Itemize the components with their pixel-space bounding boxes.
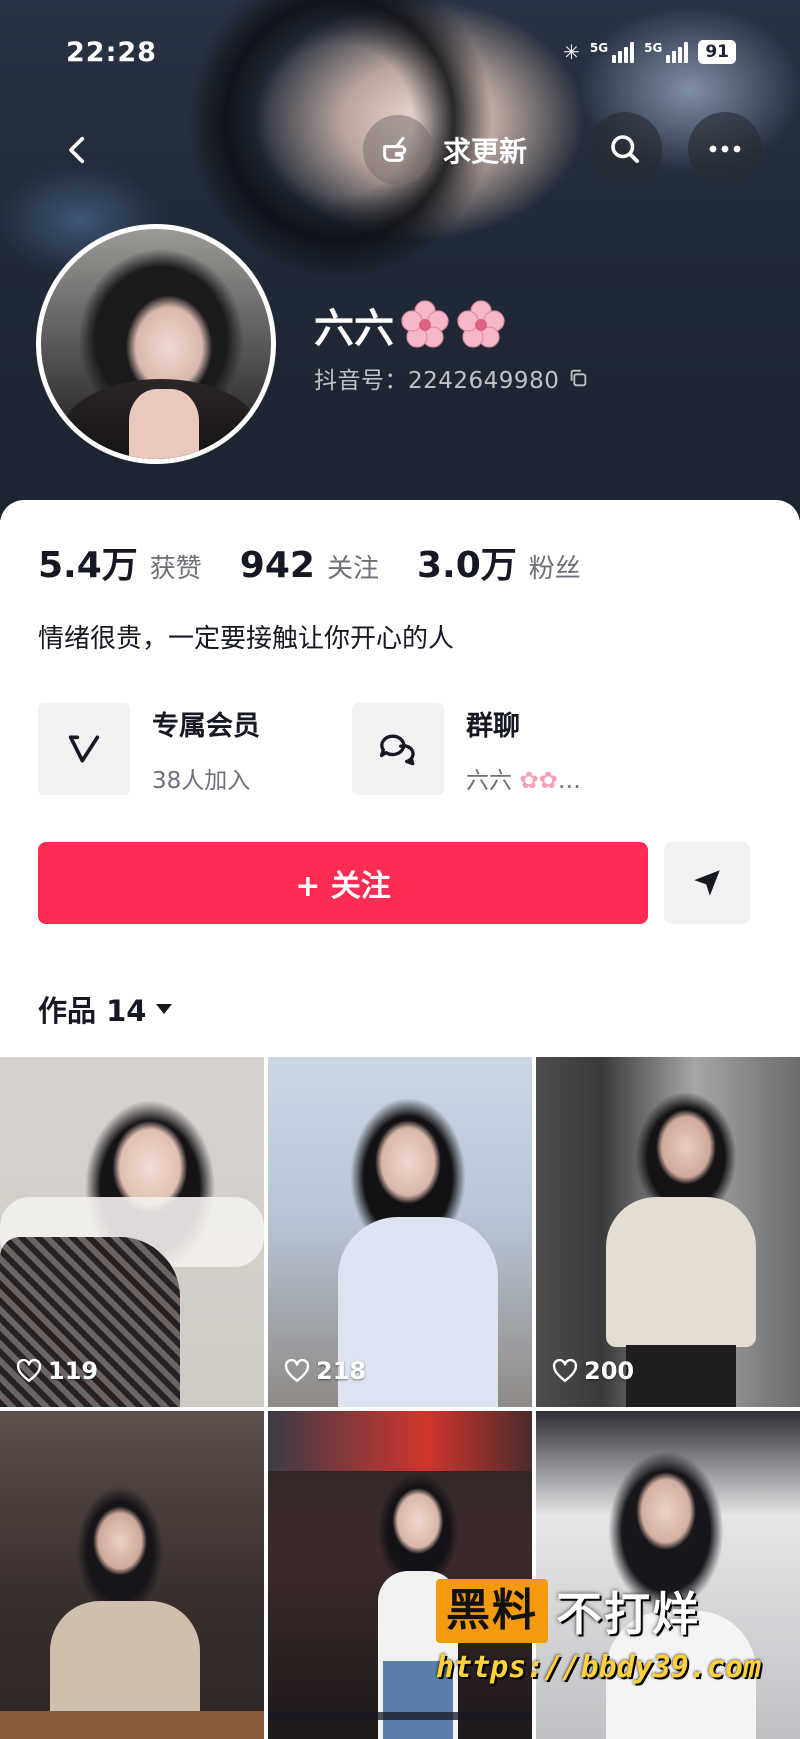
- stat-following[interactable]: 942 关注: [240, 545, 379, 586]
- back-button[interactable]: [50, 122, 106, 178]
- video-thumbnail[interactable]: [0, 1411, 264, 1739]
- avatar[interactable]: [36, 224, 276, 464]
- group-chat-subtitle: 六六 ✿✿…: [466, 767, 581, 794]
- watermark-url: https://bbdy39.com: [436, 1650, 762, 1685]
- request-update-label: 求更新: [443, 135, 528, 168]
- watermark-text: 不打烊: [556, 1587, 700, 1641]
- follow-button[interactable]: + 关注: [38, 842, 648, 924]
- home-indicator[interactable]: [268, 1712, 532, 1720]
- like-count: 200: [552, 1357, 634, 1385]
- chevron-left-icon: [69, 136, 85, 164]
- site-watermark: 黑料 不打烊 https://bbdy39.com: [436, 1578, 776, 1694]
- cherry-blossom-icon: [457, 300, 505, 348]
- status-time: 22:28: [66, 36, 157, 68]
- battery-indicator: 91: [698, 40, 736, 64]
- cherry-blossom-icon: [401, 300, 449, 348]
- stat-likes[interactable]: 5.4万 获赞: [38, 536, 202, 588]
- membership-subtitle: 38人加入: [152, 767, 251, 794]
- request-update-button[interactable]: 求更新: [363, 115, 539, 185]
- like-count: 218: [284, 1357, 366, 1385]
- bluetooth-icon: ✳: [563, 40, 580, 64]
- membership-title: 专属会员: [152, 710, 260, 742]
- pointing-hand-icon: [363, 115, 433, 185]
- profile-name-text: 六六: [314, 306, 394, 352]
- video-thumbnail[interactable]: 119: [0, 1057, 264, 1407]
- stat-followers[interactable]: 3.0万 粉丝: [417, 536, 581, 588]
- signal-icon: 5G: [590, 41, 635, 63]
- profile-name: 六六: [314, 296, 506, 354]
- copy-icon: [571, 369, 587, 387]
- share-button[interactable]: [664, 842, 750, 924]
- exclusive-membership[interactable]: 专属会员 38人加入: [38, 703, 260, 795]
- search-icon: [611, 135, 639, 163]
- profile-bio: 情绪很贵，一定要接触让你开心的人: [38, 624, 455, 654]
- profile-stats: 5.4万 获赞 942 关注 3.0万 粉丝: [38, 536, 619, 588]
- heart-icon: [16, 1359, 42, 1382]
- cherry-blossom-icon: ✿: [538, 767, 558, 794]
- watermark-badge: 黑料: [436, 1579, 548, 1643]
- like-count: 119: [16, 1357, 98, 1385]
- works-tab-label: 作品 14: [38, 994, 147, 1028]
- heart-icon: [284, 1359, 310, 1382]
- douyin-id[interactable]: 抖音号：2242649980: [314, 361, 589, 395]
- caret-down-icon: [156, 1004, 173, 1014]
- group-chat-title: 群聊: [466, 710, 520, 742]
- status-bar: 22:28 ✳ 5G 5G 91: [0, 30, 800, 74]
- video-thumbnail[interactable]: 218: [268, 1057, 532, 1407]
- top-nav: 求更新: [0, 108, 800, 192]
- cherry-blossom-icon: ✿: [519, 767, 539, 794]
- group-chat[interactable]: 群聊 六六 ✿✿…: [352, 703, 581, 795]
- more-dots-icon: [709, 145, 741, 153]
- heart-icon: [552, 1359, 578, 1382]
- profile-card: 5.4万 获赞 942 关注 3.0万 粉丝 情绪很贵，一定要接触让你开心的人 …: [0, 500, 800, 1739]
- group-chat-icon: [352, 703, 444, 795]
- status-icons: ✳ 5G 5G 91: [563, 40, 736, 64]
- douyin-id-text: 抖音号：2242649980: [314, 368, 560, 394]
- video-thumbnail[interactable]: 200: [536, 1057, 800, 1407]
- send-arrow-icon: [694, 870, 720, 896]
- tab-works[interactable]: 作品 14: [38, 988, 174, 1030]
- membership-v-icon: [38, 703, 130, 795]
- more-options-button[interactable]: [688, 112, 762, 186]
- search-button[interactable]: [588, 112, 662, 186]
- signal-icon: 5G: [644, 41, 689, 63]
